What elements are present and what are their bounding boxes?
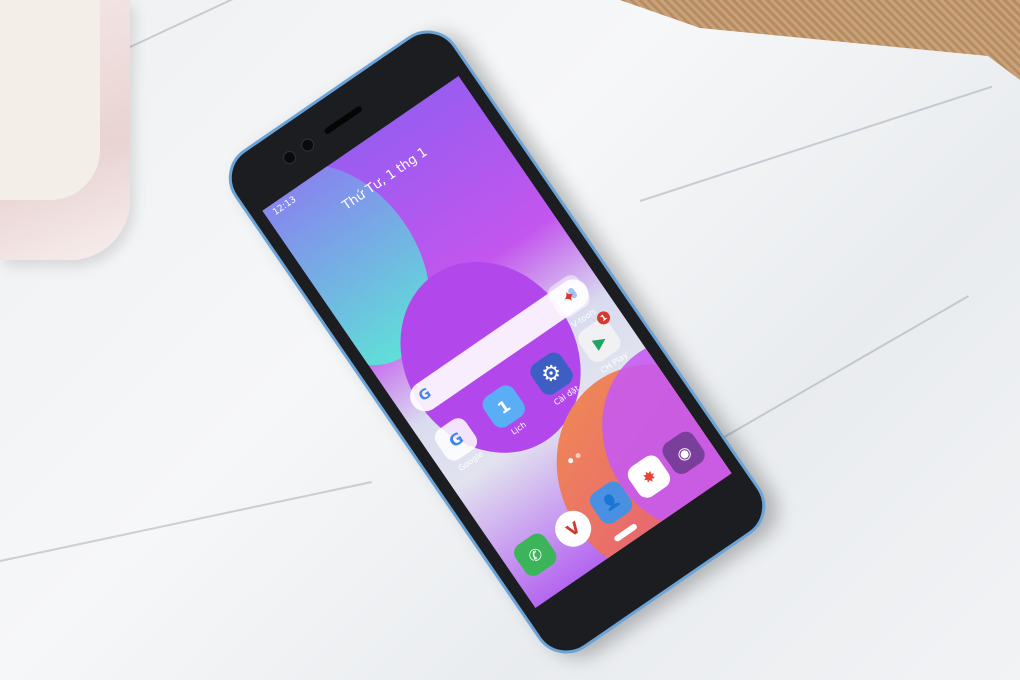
page-dot <box>567 457 575 465</box>
marble-vein <box>639 85 993 202</box>
burlap-cloth <box>620 0 1020 80</box>
ceramic-cup <box>0 0 130 260</box>
google-logo-icon: G <box>415 385 435 405</box>
cup-interior <box>0 0 100 200</box>
smartphone: 12:13 Thứ Tư, 1 thg 1 G G Google 1 Lịch … <box>215 17 779 667</box>
marble-vein <box>699 295 969 452</box>
home-screen[interactable]: 12:13 Thứ Tư, 1 thg 1 G G Google 1 Lịch … <box>262 75 732 609</box>
play-glyph: ▶ <box>588 329 610 353</box>
sensor-icon <box>298 136 317 155</box>
front-camera-icon <box>280 148 299 167</box>
earpiece-speaker <box>323 105 364 135</box>
marble-vein <box>0 481 372 562</box>
page-dot <box>574 452 582 460</box>
